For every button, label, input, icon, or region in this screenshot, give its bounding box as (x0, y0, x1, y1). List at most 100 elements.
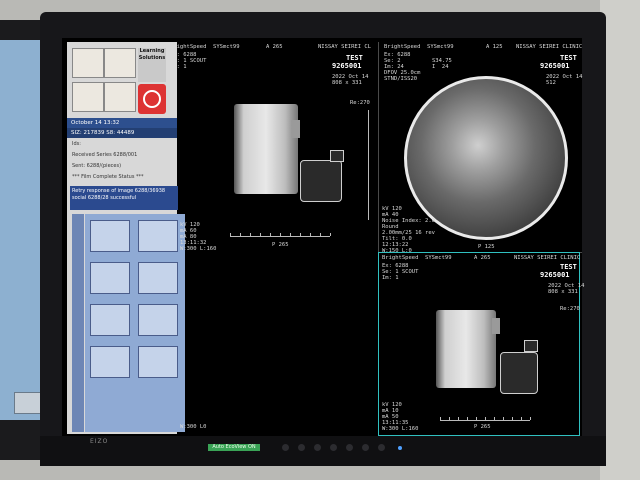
main-exam-info: Ex: 6288 Se: 1 SCOUT Im: 1 (170, 52, 207, 70)
scout2-orientation-top: A 265 (474, 255, 491, 261)
scout2-mechanism-top (524, 340, 538, 352)
scout2-scan-params: kV 120 mA 10 mA 50 13:11:35 W:300 L:160 (382, 402, 419, 432)
image-works-tool[interactable] (90, 304, 130, 336)
main-horizontal-scale (230, 236, 330, 237)
received-series-line: Received Series 6288/001 (72, 152, 138, 158)
scout2-exam-info: Ex: 6288 Se: 1 SCOUT Im: 1 (382, 263, 419, 281)
bezel-button-5[interactable] (346, 444, 353, 451)
scout-mechanism (300, 160, 342, 202)
scan-icon[interactable] (104, 48, 136, 78)
scale-tick (240, 233, 241, 236)
scout2-detail-right: 2022 Oct 14 808 x 331 (548, 283, 585, 295)
axial-exam-info: Ex: 6288 Se: 2 Im: 24 DFOV 25.0cm STND/I… (384, 52, 421, 82)
monitor-bottom-bezel (40, 436, 606, 466)
sent-line: Sent: 6288/(pieces) (72, 163, 122, 169)
reslice-tool[interactable] (138, 304, 178, 336)
scale-tick (485, 417, 486, 420)
scout-drum-body (234, 104, 298, 194)
monitor-brand: EIZO (90, 438, 109, 445)
main-scan-params: kV 120 mA 60 mA 80 13:11:32 W:300 L:160 (180, 222, 217, 252)
scale-tick (494, 417, 495, 420)
scout2-bottom-label: P 265 (474, 424, 491, 430)
scale-tick (467, 417, 468, 420)
counter-bar: SIZ: 217839 S8: 44489 (67, 128, 177, 138)
scout-mechanism-top (330, 150, 344, 162)
scout2-flange (492, 318, 500, 334)
scout-flange (292, 120, 300, 138)
bezel-button-7[interactable] (378, 444, 385, 451)
filming-tool[interactable] (90, 262, 130, 294)
main-rotation: Re:270 (350, 100, 370, 106)
power-off-button[interactable] (138, 84, 166, 114)
bezel-button-2[interactable] (298, 444, 305, 451)
scale-tick (521, 417, 522, 420)
axial-scan-params: kV 120 mA 40 Noise Index: 2.0 Round 2.00… (382, 206, 435, 254)
scout2-scanner-label: BrightSpeed SYSmct99 (382, 255, 452, 261)
ids-label: Ids: (72, 141, 81, 147)
scale-tick (476, 417, 477, 420)
scale-tick (449, 417, 450, 420)
background-wall (600, 0, 640, 480)
scale-tick (310, 233, 311, 236)
film-status-line: *** Film Complete Status *** (72, 174, 144, 180)
main-institution: NISSAY SEIREI CL (318, 44, 371, 50)
axial-scanner-label: BrightSpeed SYSmct99 (384, 44, 454, 50)
shutdown-icon[interactable] (104, 82, 136, 112)
image-works-icon[interactable] (72, 48, 104, 78)
main-window-level: W:300 L0 (180, 424, 207, 430)
date-bar: October 14 13:32 (67, 118, 177, 128)
axial-orientation-top: A 125 (486, 44, 503, 50)
main-vertical-scale (368, 110, 369, 220)
scout2-horizontal-scale (440, 420, 530, 421)
left-monitor-desktop-icon[interactable] (14, 392, 42, 414)
network-tool[interactable] (138, 262, 178, 294)
scout2-patient-id: 9265001 (540, 271, 570, 279)
scale-tick (530, 417, 531, 420)
main-orientation-top: A 265 (266, 44, 283, 50)
learning-solutions-button[interactable]: Learning Solutions (138, 48, 166, 82)
analysis-tool[interactable] (138, 346, 178, 378)
main-scanner-label: BrightSpeed SYSmct99 (170, 44, 240, 50)
image-viewer-tool[interactable] (90, 220, 130, 252)
main-bottom-label: P 265 (272, 242, 289, 248)
scale-tick (503, 417, 504, 420)
scout2-patient-name: TEST (560, 263, 577, 271)
bezel-button-1[interactable] (282, 444, 289, 451)
scout2-mechanism (500, 352, 538, 394)
power-led (398, 446, 402, 450)
bezel-button-3[interactable] (314, 444, 321, 451)
scale-tick (270, 233, 271, 236)
scale-tick (260, 233, 261, 236)
reformat-tool[interactable] (138, 220, 178, 252)
volume-render-tool[interactable] (90, 346, 130, 378)
axial-detail-right: 2022 Oct 14 512 (546, 74, 583, 86)
scale-tick (512, 417, 513, 420)
scale-tick (440, 417, 441, 420)
scale-tick (330, 233, 331, 236)
scout2-drum-body (436, 310, 496, 388)
scale-tick (280, 233, 281, 236)
scale-tick (250, 233, 251, 236)
service-icon[interactable] (72, 82, 104, 112)
axial-patient-id: 9265001 (540, 62, 570, 70)
axial-institution: NISSAY SEIREI CLINIC (516, 44, 583, 50)
main-patient-id: 9265001 (332, 62, 362, 70)
main-patient-name: TEST (346, 54, 363, 62)
axial-patient-name: TEST (560, 54, 577, 62)
scale-tick (458, 417, 459, 420)
bezel-button-4[interactable] (330, 444, 337, 451)
status-message: Retry response of image 6288/36938 socia… (70, 186, 178, 210)
scale-tick (230, 233, 231, 236)
axial-bottom-label: P 125 (478, 244, 495, 250)
ecoview-label: Auto EcoView ON (208, 444, 260, 451)
power-icon (143, 90, 161, 108)
scale-tick (320, 233, 321, 236)
scale-tick (300, 233, 301, 236)
tool-strip (72, 214, 84, 432)
scout2-rotation: Re:270 (560, 306, 580, 312)
scout2-institution: NISSAY SEIREI CLINIC (514, 255, 581, 261)
bezel-button-6[interactable] (362, 444, 369, 451)
axial-location: S34.75 I 24 (432, 58, 452, 70)
scale-tick (290, 233, 291, 236)
main-detail-right: 2022 Oct 14 808 x 331 (332, 74, 369, 86)
